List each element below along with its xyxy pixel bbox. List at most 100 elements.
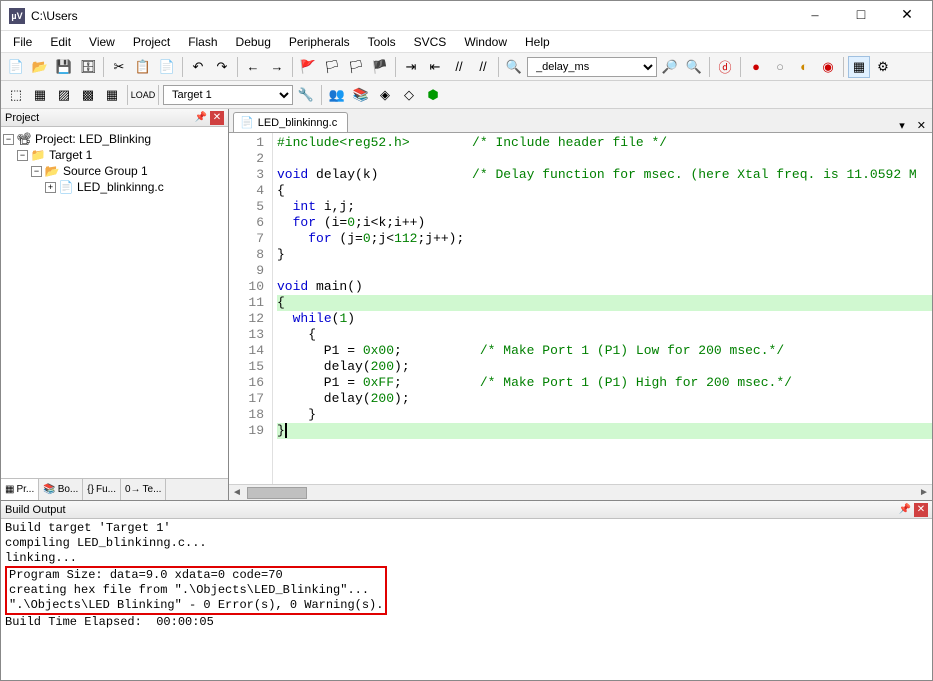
breakpoint-disable-icon[interactable]: ◐: [793, 56, 815, 78]
indent-icon[interactable]: ⇥: [400, 56, 422, 78]
folder-icon: 📁: [30, 148, 46, 162]
project-panel-tabs: ▦Pr... 📚Bo... {}Fu... 0→Te...: [1, 478, 228, 500]
nav-forward-icon[interactable]: →: [266, 56, 288, 78]
editor-tab[interactable]: 📄 LED_blinkinng.c: [233, 112, 348, 132]
pin-icon[interactable]: 📌: [898, 503, 912, 517]
build-panel-title: Build Output: [5, 504, 66, 516]
redo-icon[interactable]: ↷: [211, 56, 233, 78]
menu-debug[interactable]: Debug: [228, 33, 279, 51]
tree-target[interactable]: − 📁 Target 1: [3, 147, 226, 163]
manage-project-icon[interactable]: 👥: [326, 84, 348, 106]
menu-project[interactable]: Project: [125, 33, 178, 51]
batch-build-icon[interactable]: ▩: [77, 84, 99, 106]
breakpoint-kill-icon[interactable]: ◉: [817, 56, 839, 78]
build-output-text[interactable]: Build target 'Target 1' compiling LED_bl…: [1, 519, 932, 680]
menu-file[interactable]: File: [5, 33, 40, 51]
save-all-icon[interactable]: 🗄: [77, 56, 99, 78]
folder-open-icon: 📂: [44, 164, 60, 178]
uncomment-icon[interactable]: //: [472, 56, 494, 78]
bookmark-next-icon[interactable]: 🏳: [345, 56, 367, 78]
nav-back-icon[interactable]: ←: [242, 56, 264, 78]
scroll-right-icon[interactable]: ►: [916, 487, 932, 498]
menu-svcs[interactable]: SVCS: [406, 33, 455, 51]
templates-tab[interactable]: 0→Te...: [121, 479, 166, 500]
download-icon[interactable]: LOAD: [132, 84, 154, 106]
expand-icon[interactable]: −: [3, 134, 14, 145]
expand-icon[interactable]: −: [31, 166, 42, 177]
menu-tools[interactable]: Tools: [360, 33, 404, 51]
menu-flash[interactable]: Flash: [180, 33, 225, 51]
menu-view[interactable]: View: [81, 33, 123, 51]
horizontal-scrollbar[interactable]: ◄ ►: [229, 484, 932, 500]
find-icon[interactable]: 🔍: [503, 56, 525, 78]
scroll-thumb[interactable]: [247, 487, 307, 499]
find-in-files-icon[interactable]: 🔎: [659, 56, 681, 78]
bookmark-prev-icon[interactable]: 🏳: [321, 56, 343, 78]
maximize-button[interactable]: □: [838, 1, 884, 31]
scroll-left-icon[interactable]: ◄: [229, 487, 245, 498]
tree-file[interactable]: + 📄 LED_blinkinng.c: [3, 179, 226, 195]
target-options-icon[interactable]: 🔧: [295, 84, 317, 106]
new-file-icon[interactable]: 📄: [5, 56, 27, 78]
code-editor[interactable]: 12345678910111213141516171819 #include<r…: [229, 133, 932, 484]
bookmark-clear-icon[interactable]: 🏴: [369, 56, 391, 78]
translate-icon[interactable]: ⬚: [5, 84, 27, 106]
panel-close-icon[interactable]: ✕: [914, 503, 928, 517]
expand-icon[interactable]: +: [45, 182, 56, 193]
window-layout-icon[interactable]: ▦: [848, 56, 870, 78]
editor-tab-label: LED_blinkinng.c: [258, 117, 338, 129]
copy-icon[interactable]: 📋: [132, 56, 154, 78]
minimize-button[interactable]: –: [792, 1, 838, 31]
select-pack-icon[interactable]: ◇: [398, 84, 420, 106]
tab-dropdown-icon[interactable]: ▾: [893, 119, 911, 132]
menu-edit[interactable]: Edit: [42, 33, 79, 51]
project-tree[interactable]: − 📽 Project: LED_Blinking − 📁 Target 1 −…: [1, 127, 228, 478]
pack-installer-icon[interactable]: ⬢: [422, 84, 444, 106]
c-file-icon: 📄: [58, 180, 74, 194]
tree-group[interactable]: − 📂 Source Group 1: [3, 163, 226, 179]
code-content[interactable]: #include<reg52.h> /* Include header file…: [273, 133, 932, 484]
tab-close-icon[interactable]: ✕: [911, 119, 932, 132]
undo-icon[interactable]: ↶: [187, 56, 209, 78]
menu-help[interactable]: Help: [517, 33, 558, 51]
multi-project-icon[interactable]: 📚: [350, 84, 372, 106]
manage-rte-icon[interactable]: ◈: [374, 84, 396, 106]
breakpoint-insert-icon[interactable]: ●: [745, 56, 767, 78]
comment-icon[interactable]: //: [448, 56, 470, 78]
stop-build-icon[interactable]: ▦: [101, 84, 123, 106]
debug-icon[interactable]: ⓓ: [714, 56, 736, 78]
app-icon: µV: [9, 8, 25, 24]
tree-label: Project: LED_Blinking: [35, 132, 151, 146]
menubar: FileEditViewProjectFlashDebugPeripherals…: [1, 31, 932, 53]
build-panel-header: Build Output 📌 ✕: [1, 501, 932, 519]
paste-icon[interactable]: 📄: [156, 56, 178, 78]
rebuild-icon[interactable]: ▨: [53, 84, 75, 106]
cut-icon[interactable]: ✂: [108, 56, 130, 78]
menu-window[interactable]: Window: [456, 33, 515, 51]
find-combo[interactable]: _delay_ms: [527, 57, 657, 77]
config-icon[interactable]: ⚙: [872, 56, 894, 78]
close-button[interactable]: ✕: [884, 1, 930, 31]
menu-peripherals[interactable]: Peripherals: [281, 33, 358, 51]
outdent-icon[interactable]: ⇤: [424, 56, 446, 78]
panel-close-icon[interactable]: ✕: [210, 111, 224, 125]
project-panel-header: Project 📌 ✕: [1, 109, 228, 127]
incremental-find-icon[interactable]: 🔍: [683, 56, 705, 78]
functions-tab[interactable]: {}Fu...: [83, 479, 121, 500]
open-file-icon[interactable]: 📂: [29, 56, 51, 78]
build-output-panel: Build Output 📌 ✕ Build target 'Target 1'…: [1, 500, 932, 680]
bookmark-icon[interactable]: 🚩: [297, 56, 319, 78]
editor-tabstrip: 📄 LED_blinkinng.c ▾ ✕: [229, 109, 932, 133]
window-title: C:\Users: [31, 9, 792, 23]
project-tab[interactable]: ▦Pr...: [1, 479, 39, 500]
target-select[interactable]: Target 1: [163, 85, 293, 105]
line-gutter: 12345678910111213141516171819: [229, 133, 273, 484]
expand-icon[interactable]: −: [17, 150, 28, 161]
file-icon: 📄: [240, 116, 254, 129]
pin-icon[interactable]: 📌: [194, 111, 208, 125]
save-icon[interactable]: 💾: [53, 56, 75, 78]
breakpoint-enable-icon[interactable]: ○: [769, 56, 791, 78]
tree-project-root[interactable]: − 📽 Project: LED_Blinking: [3, 131, 226, 147]
books-tab[interactable]: 📚Bo...: [39, 479, 83, 500]
build-icon[interactable]: ▦: [29, 84, 51, 106]
